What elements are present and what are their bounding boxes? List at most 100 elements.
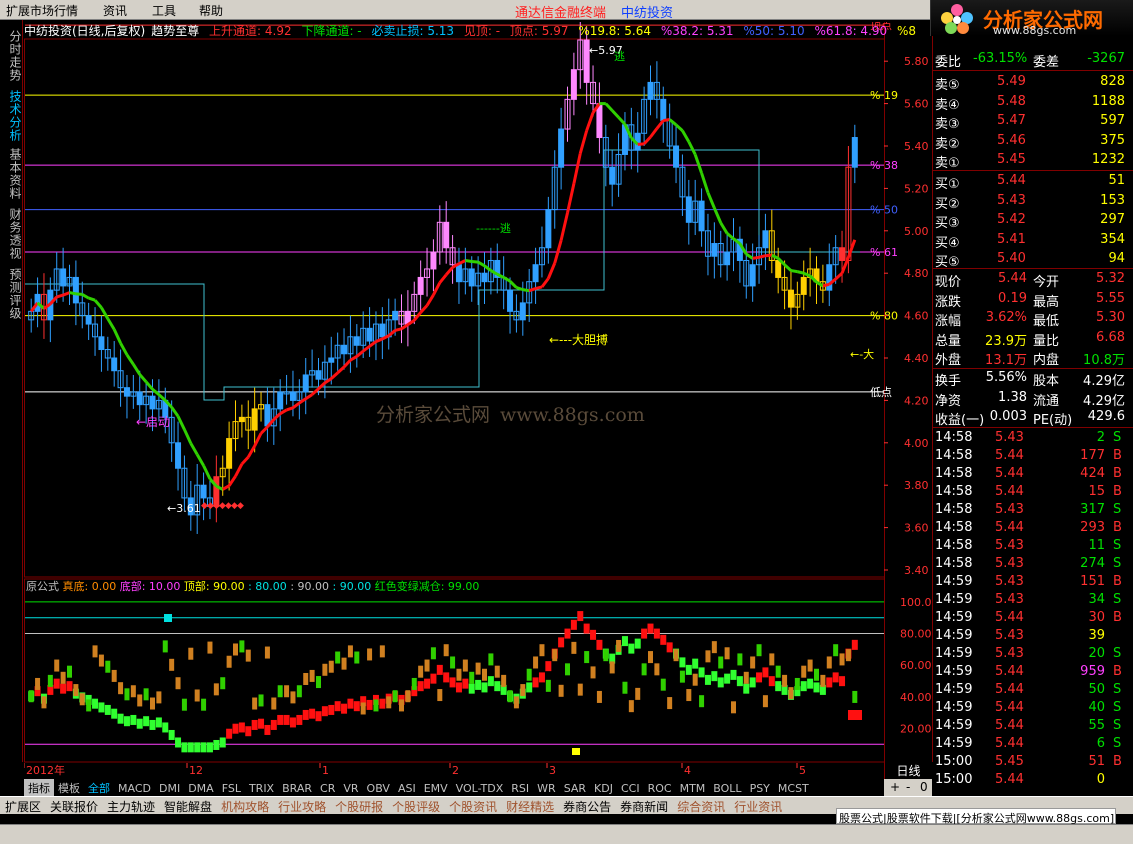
- menu-help[interactable]: 帮助: [199, 2, 223, 19]
- stat-label: 最高: [1033, 294, 1060, 310]
- bottom-tab[interactable]: 主力轨迹: [102, 797, 159, 815]
- bottom-tab[interactable]: 个股评级: [387, 797, 444, 815]
- indicator-tab[interactable]: CR: [316, 781, 339, 795]
- sell-level-row: 卖① 5.45 1232: [933, 151, 1133, 171]
- bottom-tab[interactable]: 个股资讯: [444, 797, 501, 815]
- indicator-tab[interactable]: BOLL: [709, 781, 745, 795]
- bottom-tab[interactable]: 行业资讯: [729, 797, 786, 815]
- bottom-tab[interactable]: 机构攻略: [216, 797, 273, 815]
- fib-value-80: %8: [896, 24, 917, 38]
- side-tab-technical[interactable]: 技术分析: [2, 90, 22, 142]
- trend-segment: [157, 393, 167, 402]
- trend-segment: [687, 141, 697, 156]
- band-bar: [277, 714, 284, 725]
- sub-candle: [686, 689, 692, 702]
- bottom-tab[interactable]: 行业攻略: [273, 797, 330, 815]
- indicator-tab[interactable]: MCST: [774, 781, 813, 795]
- bottom-tab[interactable]: 综合资讯: [672, 797, 729, 815]
- trend-segment: [540, 277, 550, 288]
- escape-mark-mid: ------逃: [476, 222, 511, 235]
- trend-segment: [771, 253, 779, 260]
- indicator-tab[interactable]: MACD: [114, 781, 155, 795]
- sub-candle: [290, 691, 296, 704]
- sub-candle: [271, 697, 277, 710]
- bottom-tab[interactable]: 财经精选: [501, 797, 558, 815]
- indicator-tab[interactable]: KDJ: [590, 781, 617, 795]
- band-bar: [462, 678, 469, 689]
- side-tab-forecast[interactable]: 预测评级: [2, 268, 22, 320]
- indicator-tab[interactable]: CCI: [617, 781, 644, 795]
- indicator-tab[interactable]: TRIX: [245, 781, 278, 795]
- date-tick-label: 3: [549, 764, 556, 777]
- tick-time: 14:59: [935, 628, 973, 643]
- side-tab-finance[interactable]: 财务透视: [2, 208, 22, 260]
- indicator-tab[interactable]: 全部: [84, 779, 114, 796]
- zoom-out-button[interactable]: -: [906, 780, 910, 794]
- period-label[interactable]: 日线: [884, 762, 932, 779]
- indicator-tab[interactable]: OBV: [363, 781, 394, 795]
- indicator-tab[interactable]: 模板: [54, 779, 84, 796]
- chart-indicator-name[interactable]: 趋势至尊: [151, 24, 199, 38]
- indicator-tab[interactable]: RSI: [507, 781, 533, 795]
- ad-banner[interactable]: 股票公式|股票软件下载|[分析家公式网www.88gs.com]: [836, 808, 1116, 825]
- low-label: ←3.61: [167, 502, 201, 515]
- menu-extended-market[interactable]: 扩展市场行情: [6, 2, 78, 19]
- sub-header-item: 顶部: 90.00: [184, 579, 248, 593]
- zoom-in-button[interactable]: +: [890, 780, 900, 794]
- tick-volume: 2: [1096, 430, 1105, 445]
- menu-tools[interactable]: 工具: [152, 2, 176, 19]
- buy-level-row: 买④ 5.41 354: [933, 231, 1133, 251]
- sub-candle: [533, 656, 539, 669]
- bottom-tab[interactable]: 券商公告: [558, 797, 615, 815]
- tick-row: 14:58 5.44 424 B: [933, 465, 1133, 484]
- indicator-tab[interactable]: WR: [533, 781, 560, 795]
- sub-candle: [233, 643, 238, 656]
- bottom-tab[interactable]: 个股研报: [330, 797, 387, 815]
- bottom-tab[interactable]: 关联报价: [45, 797, 102, 815]
- bottom-tab[interactable]: 智能解盘: [159, 797, 216, 815]
- trend-segment: [355, 349, 365, 358]
- indicator-tab[interactable]: ROC: [644, 781, 676, 795]
- band-bar: [309, 708, 316, 719]
- indicator-tab[interactable]: ASI: [394, 781, 420, 795]
- tick-time: 15:00: [935, 754, 973, 769]
- fib-value-61: %61.8: 4.90: [814, 24, 888, 38]
- menu-news[interactable]: 资讯: [103, 2, 127, 19]
- indicator-tab[interactable]: EMV: [420, 781, 452, 795]
- indicator-tab[interactable]: MTM: [676, 781, 710, 795]
- buy-level-row: 买③ 5.42 297: [933, 211, 1133, 231]
- indicator-tab[interactable]: DMA: [184, 781, 218, 795]
- indicator-tab[interactable]: FSL: [218, 781, 245, 795]
- watermark-text: 分析家公式网: [376, 404, 491, 426]
- indicator-tab[interactable]: 指标: [24, 779, 54, 796]
- indicator-tab[interactable]: DMI: [155, 781, 184, 795]
- side-tab-intraday[interactable]: 分时走势: [2, 30, 22, 82]
- trend-segment: [176, 415, 186, 431]
- zoom-reset-button[interactable]: 0: [920, 780, 928, 794]
- sub-header-item: 真底: 0.00: [63, 579, 120, 593]
- sub-candle: [175, 677, 181, 690]
- tick-time: 15:00: [935, 772, 973, 787]
- indicator-tab[interactable]: VR: [339, 781, 362, 795]
- candle-body: [749, 264, 756, 287]
- indicator-tab[interactable]: VOL-TDX: [452, 781, 508, 795]
- indicator-tab[interactable]: PSY: [746, 781, 774, 795]
- bottom-tab[interactable]: 券商新闻: [615, 797, 672, 815]
- stat-value: 23.9万: [985, 333, 1027, 349]
- sub-candle: [220, 677, 226, 690]
- sub-candle: [801, 665, 807, 678]
- indicator-tab[interactable]: SAR: [560, 781, 590, 795]
- indicator-tab[interactable]: BRAR: [278, 781, 316, 795]
- candle-body: [226, 438, 233, 469]
- band-bar: [149, 719, 156, 730]
- band-bar: [168, 729, 175, 740]
- side-tab-basic-info[interactable]: 基本资料: [2, 148, 22, 200]
- tick-side: B: [1113, 664, 1122, 679]
- band-bar: [104, 704, 111, 715]
- sub-candle: [756, 644, 762, 657]
- bottom-tab[interactable]: 扩展区: [0, 797, 45, 815]
- candle-body: [711, 243, 718, 257]
- sub-candle: [373, 699, 379, 712]
- band-bar: [487, 676, 494, 687]
- tick-side: B: [1113, 574, 1122, 589]
